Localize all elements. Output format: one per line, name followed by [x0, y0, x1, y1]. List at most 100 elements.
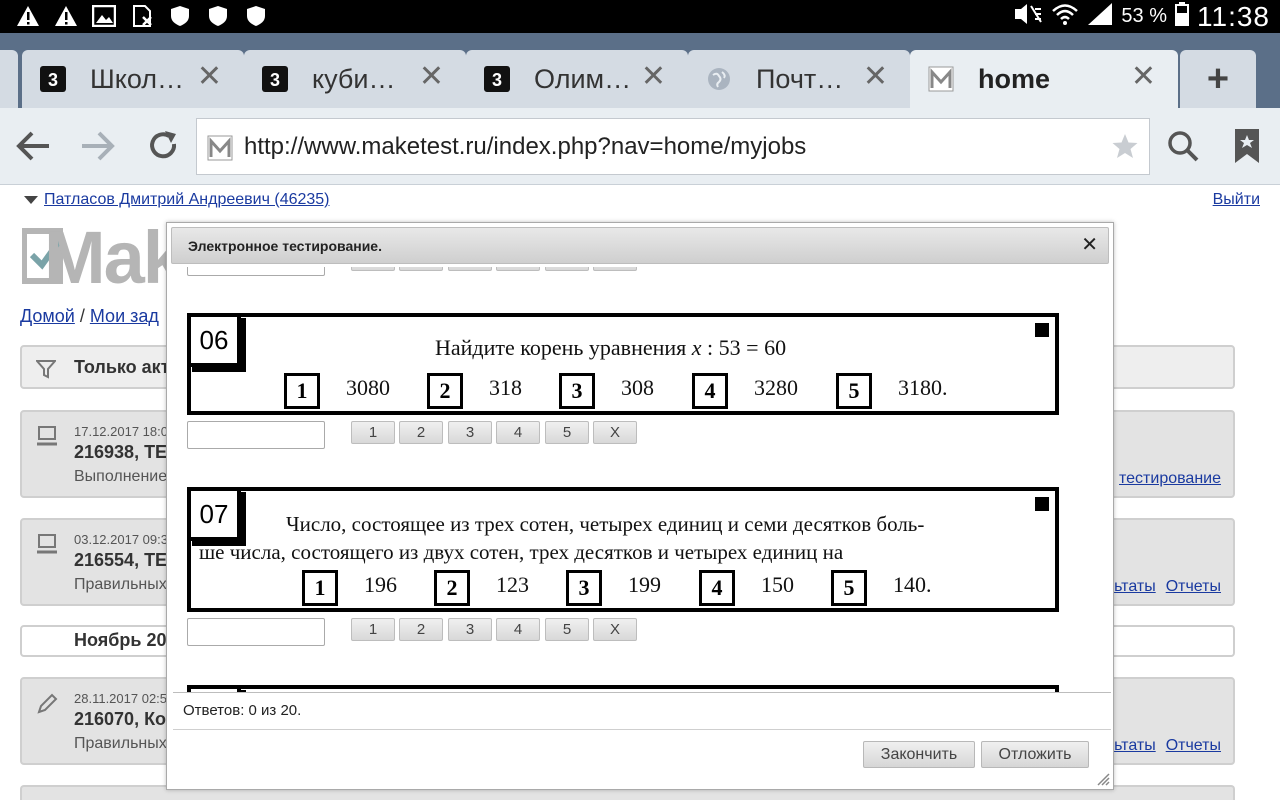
globe-icon — [706, 66, 732, 92]
breadcrumb-home[interactable]: Домой — [20, 306, 75, 326]
close-icon[interactable]: ✕ — [863, 62, 888, 92]
sim-icon — [130, 5, 154, 27]
question-06: 06 Найдите корень уравнения x : 53 = 60 … — [187, 313, 1059, 415]
answer-button-4[interactable]: 4 — [496, 421, 540, 444]
answer-button-5[interactable]: 5 — [545, 421, 589, 444]
resize-grip-icon[interactable] — [1096, 772, 1110, 786]
testing-link[interactable]: тестирование — [1119, 470, 1221, 487]
dialog-scroll-area[interactable]: 06 Найдите корень уравнения x : 53 = 60 … — [167, 267, 1113, 692]
postpone-button[interactable]: Отложить — [981, 741, 1089, 768]
answer-button-2[interactable]: 2 — [399, 421, 443, 444]
answer-button-4[interactable] — [496, 267, 540, 271]
tab-olim[interactable]: 3 Олим… ✕ — [466, 50, 688, 108]
reports-link[interactable]: Отчеты — [1166, 578, 1221, 595]
question-options: 1 196 2 123 3 199 4 150 5 140. — [191, 570, 1055, 606]
url-text[interactable]: http://www.maketest.ru/index.php?nav=hom… — [244, 133, 806, 161]
forward-button[interactable] — [78, 126, 118, 166]
question-07: 07 Число, состоящее из трех сотен, четыр… — [187, 487, 1059, 612]
month-label: Ноябрь 201 — [74, 630, 177, 650]
option-value: 196 — [364, 572, 397, 597]
answer-button-x[interactable] — [593, 267, 637, 271]
tab-label: куби… — [312, 63, 396, 94]
close-icon[interactable]: ✕ — [419, 62, 444, 92]
testing-dialog: Электронное тестирование. ✕ 06 Найдите к… — [166, 222, 1114, 790]
close-icon[interactable]: ✕ — [1081, 235, 1098, 255]
question-text-line-2: ше числа, состоящего из двух сотен, трех… — [199, 540, 844, 564]
answer-button-1[interactable] — [351, 267, 395, 271]
tab-home[interactable]: home ✕ — [910, 50, 1178, 108]
answer-button-x[interactable]: X — [593, 618, 637, 641]
option-value: 308 — [621, 375, 654, 400]
computer-icon — [36, 534, 58, 559]
pencil-icon — [36, 693, 58, 720]
svg-text:3: 3 — [492, 70, 502, 90]
results-link[interactable]: ьтаты — [1114, 737, 1156, 754]
logout-link[interactable]: Выйти — [1213, 191, 1260, 209]
computer-icon — [36, 426, 58, 451]
close-icon[interactable]: ✕ — [641, 62, 666, 92]
mute-icon — [1013, 3, 1043, 30]
answer-button-4[interactable]: 4 — [496, 618, 540, 641]
finish-button[interactable]: Закончить — [863, 741, 975, 768]
battery-icon — [1175, 2, 1189, 31]
reload-button[interactable] — [143, 126, 183, 166]
answer-row: 1 2 3 4 5 X — [187, 618, 647, 646]
task-title: 216070, Ко — [74, 709, 167, 729]
user-menu-link[interactable]: Патласов Дмитрий Андреевич (46235) — [24, 191, 330, 209]
option-value: 3180. — [898, 375, 948, 400]
tab-favicon-icon — [928, 66, 954, 92]
tab-overflow-edge[interactable] — [0, 50, 18, 108]
browser-toolbar: http://www.maketest.ru/index.php?nav=hom… — [0, 108, 1280, 185]
question-marker — [1035, 497, 1049, 511]
answer-button-3[interactable] — [448, 267, 492, 271]
tab-kubi[interactable]: 3 куби… ✕ — [244, 50, 466, 108]
answer-button-3[interactable]: 3 — [448, 421, 492, 444]
new-tab-button[interactable]: + — [1180, 50, 1256, 108]
close-icon[interactable]: ✕ — [197, 62, 222, 92]
answer-button-1[interactable]: 1 — [351, 618, 395, 641]
battery-percent: 53 % — [1121, 5, 1167, 27]
search-button[interactable] — [1163, 126, 1203, 166]
question-number: 07 — [187, 487, 241, 541]
breadcrumb-my-tasks[interactable]: Мои зад — [90, 306, 159, 326]
logo-text: Mak — [44, 216, 184, 299]
answer-input[interactable] — [187, 267, 325, 276]
option-value: 150 — [761, 572, 794, 597]
wifi-icon — [1051, 2, 1079, 31]
tab-favicon-icon: 3 — [262, 66, 288, 92]
url-bar[interactable]: http://www.maketest.ru/index.php?nav=hom… — [196, 118, 1150, 175]
option-value: 3280 — [754, 375, 798, 400]
svg-text:3: 3 — [48, 70, 58, 90]
tab-label: home — [978, 63, 1051, 94]
tab-pocht[interactable]: Почт… ✕ — [688, 50, 910, 108]
tab-favicon-icon: 3 — [40, 66, 66, 92]
bookmarks-button[interactable] — [1227, 126, 1267, 166]
answer-input[interactable] — [187, 421, 325, 449]
breadcrumb: Домой / Мои зад — [20, 306, 159, 327]
answer-button-2[interactable] — [399, 267, 443, 271]
answer-button-3[interactable]: 3 — [448, 618, 492, 641]
reports-link[interactable]: Отчеты — [1166, 737, 1221, 754]
close-icon[interactable]: ✕ — [1131, 62, 1156, 92]
question-number — [187, 685, 241, 692]
answer-input[interactable] — [187, 618, 325, 646]
filter-icon — [34, 359, 58, 384]
option-value: 140. — [893, 572, 932, 597]
status-bar: 53 % 11:38 — [0, 0, 1280, 33]
tab-label: Почт… — [756, 63, 844, 94]
answer-button-x[interactable]: X — [593, 421, 637, 444]
answer-button-1[interactable]: 1 — [351, 421, 395, 444]
star-icon[interactable] — [1111, 132, 1139, 165]
tab-label: Школ… — [90, 63, 185, 94]
option-label: 2 — [427, 373, 463, 409]
answer-button-5[interactable]: 5 — [545, 618, 589, 641]
answer-button-2[interactable]: 2 — [399, 618, 443, 641]
option-label: 4 — [699, 570, 735, 606]
answer-button-5[interactable] — [545, 267, 589, 271]
results-link[interactable]: ьтаты — [1114, 578, 1156, 595]
back-button[interactable] — [13, 126, 53, 166]
tab-shkol[interactable]: 3 Школ… ✕ — [22, 50, 244, 108]
search-icon — [1168, 131, 1199, 162]
question-text-line-1: Число, состоящее из трех сотен, четырех … — [286, 512, 925, 536]
question-marker — [1035, 323, 1049, 337]
